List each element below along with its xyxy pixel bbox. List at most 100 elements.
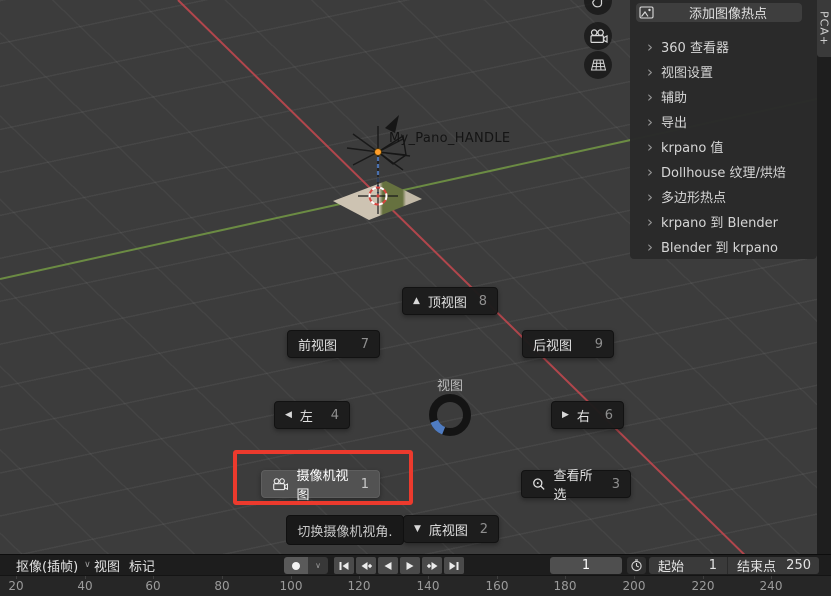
pie-item-label: 顶视图: [428, 292, 467, 311]
chevron-right-icon: [647, 188, 661, 206]
sidebar-item-360-viewer[interactable]: 360 查看器: [630, 34, 817, 59]
pie-item-view-selected[interactable]: 查看所选 3: [521, 470, 631, 498]
pie-item-back-view[interactable]: 后视图 9: [522, 330, 614, 358]
viewport-3d[interactable]: My_Pano_HANDLE ▲ 顶视图 8 前视图 7 后视图 9 ◀ 左 4: [0, 0, 831, 554]
ruler-label: 200: [623, 579, 646, 593]
sidebar-item-dollhouse-bake[interactable]: Dollhouse 纹理/烘焙: [630, 159, 817, 184]
chevron-right-icon: [647, 38, 661, 56]
ortho-grid-button[interactable]: [584, 51, 612, 79]
record-icon: [291, 561, 301, 571]
add-image-hotspot-button[interactable]: 添加图像热点: [636, 3, 802, 22]
play-icon: [405, 561, 415, 571]
use-preview-range-button[interactable]: [627, 557, 646, 574]
pie-item-hotkey: 2: [480, 522, 488, 537]
sidebar-item-label: 视图设置: [661, 62, 713, 81]
hand-icon: [590, 0, 606, 9]
pie-item-bottom-view[interactable]: ▼ 底视图 2: [403, 515, 499, 543]
keying-set-dropdown[interactable]: 抠像(插帧): [16, 557, 91, 573]
ruler-label: 240: [760, 579, 783, 593]
chevron-right-icon: [647, 63, 661, 81]
pie-item-label: 后视图: [533, 335, 572, 354]
ruler-label: 80: [214, 579, 229, 593]
ruler-label: 140: [417, 579, 440, 593]
pie-item-hotkey: 7: [361, 337, 369, 352]
sidebar-item-label: Blender 到 krpano: [661, 237, 778, 256]
chevron-down-icon: ∨: [315, 561, 321, 570]
chevron-right-icon: [647, 238, 661, 256]
keying-options-dropdown[interactable]: ∨: [308, 557, 328, 574]
auto-keying-group: ∨: [284, 557, 328, 574]
pie-item-front-view[interactable]: 前视图 7: [287, 330, 380, 358]
sidebar-item-view-settings[interactable]: 视图设置: [630, 59, 817, 84]
right-triangle-icon: ▶: [562, 411, 569, 420]
start-frame-label: 起始: [658, 556, 684, 575]
grid-icon: [590, 58, 607, 72]
pie-item-hotkey: 3: [612, 477, 620, 492]
next-keyframe-button[interactable]: [422, 557, 442, 574]
sidebar-item-export[interactable]: 导出: [630, 109, 817, 134]
end-frame-label: 结束点: [737, 556, 776, 575]
prev-keyframe-button[interactable]: [356, 557, 376, 574]
pie-item-hotkey: 6: [605, 408, 613, 423]
pie-item-label: 查看所选: [554, 465, 604, 503]
menu-label: 标记: [129, 556, 155, 575]
current-frame-field[interactable]: 1: [550, 557, 622, 574]
play-reverse-button[interactable]: [378, 557, 398, 574]
sidebar-panel: 添加图像热点 360 查看器 视图设置 辅助 导出 krpano 值 Dollh…: [630, 0, 817, 259]
camera-view-button[interactable]: [584, 22, 612, 50]
sidebar-item-label: 多边形热点: [661, 187, 726, 206]
clock-icon: [630, 559, 643, 572]
pie-item-label: 右: [577, 406, 590, 425]
chevron-right-icon: [647, 213, 661, 231]
sidebar-item-polygon-hotspot[interactable]: 多边形热点: [630, 184, 817, 209]
sidebar-item-blender-to-krpano[interactable]: Blender 到 krpano: [630, 234, 817, 259]
image-icon: [639, 6, 654, 19]
sidebar-item-label: krpano 到 Blender: [661, 212, 778, 231]
jump-start-icon: [338, 561, 350, 571]
ruler-label: 100: [280, 579, 303, 593]
prev-keyframe-icon: [360, 561, 373, 571]
chevron-right-icon: [647, 163, 661, 181]
end-frame-field[interactable]: 结束点 250: [728, 557, 819, 574]
sidebar-item-label: 导出: [661, 112, 687, 131]
sidebar-item-assist[interactable]: 辅助: [630, 84, 817, 109]
sidebar-tab-pca[interactable]: PCA+: [817, 0, 831, 57]
ruler-label: 60: [145, 579, 160, 593]
pie-item-hotkey: 4: [331, 408, 339, 423]
timeline-editor: 抠像(插帧) 视图 标记 ∨ 1 起始: [0, 554, 831, 595]
chevron-right-icon: [647, 113, 661, 131]
pie-direction-arc: [434, 421, 443, 430]
ruler-label: 220: [692, 579, 715, 593]
sidebar-item-label: Dollhouse 纹理/烘焙: [661, 162, 786, 181]
scene-objects[interactable]: [315, 108, 450, 233]
jump-end-icon: [448, 561, 460, 571]
frame-range-group: 起始 1 结束点 250: [649, 557, 819, 574]
pie-center-widget: [428, 393, 472, 437]
down-triangle-icon: ▼: [414, 525, 421, 534]
start-frame-field[interactable]: 起始 1: [649, 557, 728, 574]
sidebar-item-label: krpano 值: [661, 137, 723, 156]
pie-item-top-view[interactable]: ▲ 顶视图 8: [402, 287, 498, 315]
sidebar-item-krpano-to-blender[interactable]: krpano 到 Blender: [630, 209, 817, 234]
menu-view[interactable]: 视图: [94, 557, 120, 573]
ruler-label: 180: [554, 579, 577, 593]
pie-item-right-view[interactable]: ▶ 右 6: [551, 401, 624, 429]
menu-marker[interactable]: 标记: [129, 557, 155, 573]
jump-to-start-button[interactable]: [334, 557, 354, 574]
pan-hand-button[interactable]: [584, 0, 612, 15]
record-button[interactable]: [284, 557, 308, 574]
panel-header-label: 添加图像热点: [654, 3, 802, 22]
status-hint-tooltip: 切换摄像机视角.: [286, 515, 404, 545]
sidebar-item-krpano-values[interactable]: krpano 值: [630, 134, 817, 159]
empty-origin-dot: [375, 149, 382, 156]
jump-to-end-button[interactable]: [444, 557, 464, 574]
ruler-label: 120: [348, 579, 371, 593]
current-frame-value: 1: [582, 558, 590, 573]
play-button[interactable]: [400, 557, 420, 574]
timeline-ruler[interactable]: 20 40 60 80 100 120 140 160 180 200 220 …: [0, 575, 831, 596]
end-frame-value: 250: [786, 558, 811, 573]
pie-item-hotkey: 9: [595, 337, 603, 352]
pie-item-left-view[interactable]: ◀ 左 4: [274, 401, 350, 429]
play-reverse-icon: [383, 561, 393, 571]
editor-type-dropdown[interactable]: [0, 557, 10, 573]
